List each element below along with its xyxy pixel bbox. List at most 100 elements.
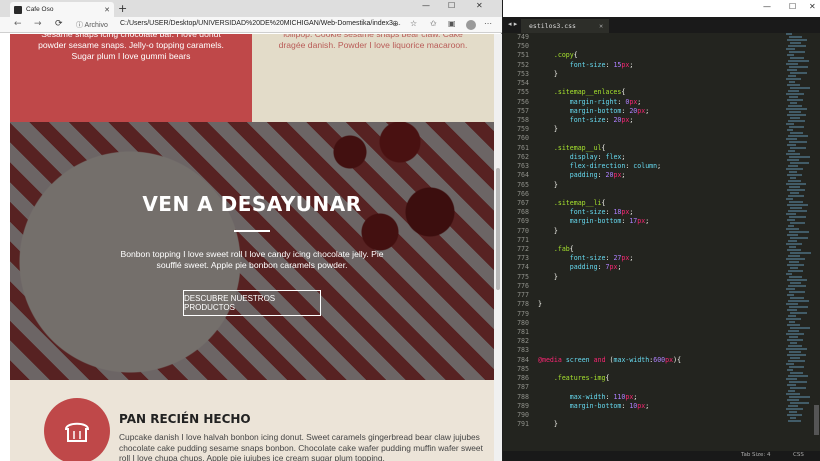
line-number: 767 (517, 198, 529, 207)
forward-button[interactable]: → (34, 19, 42, 29)
minimap-line (788, 60, 809, 62)
tab-scroll-arrows-icon[interactable]: ◂ ▸ (508, 20, 517, 28)
discover-products-button[interactable]: DESCUBRE NUESTROS PRODUCTOS (183, 290, 321, 316)
minimap-line (789, 246, 796, 248)
minimap-line (786, 78, 801, 80)
favorite-star-icon[interactable]: ☆ (410, 19, 417, 28)
minimap-line (786, 408, 803, 410)
minimap-line (790, 117, 800, 119)
line-number: 771 (517, 235, 529, 244)
editor-tab-estilos3[interactable]: estilos3.css ✕ (521, 19, 609, 33)
minimap-line (789, 111, 801, 113)
minimap-line (788, 150, 795, 152)
line-number: 760 (517, 134, 529, 143)
syntax-indicator[interactable]: CSS (793, 452, 804, 458)
editor-title-strip: — ☐ ✕ (503, 0, 820, 17)
line-number: 769 (517, 217, 529, 226)
tab-cafe-oso[interactable]: Cafe Oso ✕ (10, 2, 114, 17)
profile-avatar[interactable] (466, 20, 476, 30)
minimap-line (789, 411, 797, 413)
minimap-line (788, 420, 801, 422)
reload-button[interactable]: ⟳ (55, 19, 63, 29)
tab-title: Cafe Oso (26, 6, 54, 13)
line-number: 788 (517, 392, 529, 401)
collections-icon[interactable]: ▣ (448, 19, 456, 28)
code-line: } (538, 180, 558, 189)
editor-scrollbar-thumb[interactable] (814, 405, 819, 435)
minimap-line (788, 135, 808, 137)
minimap-line (786, 123, 794, 125)
editor-close-button[interactable]: ✕ (809, 2, 816, 11)
favicon-icon (14, 5, 22, 14)
code-area[interactable]: .copy{ font-size: 15px; } .sitemap__enla… (538, 33, 778, 429)
minimap-line (788, 45, 806, 47)
minimap-line (786, 333, 804, 335)
zoom-icon[interactable]: ⊕ (392, 19, 399, 28)
code-line: font-size: 15px; (569, 60, 634, 69)
minimap-line (786, 393, 800, 395)
minimap-line (787, 219, 795, 221)
close-tab-icon[interactable]: ✕ (104, 6, 114, 14)
minimap-line (786, 93, 804, 95)
minimap-line (789, 381, 807, 383)
code-line: flex-direction: column; (569, 162, 662, 171)
line-number: 752 (517, 60, 529, 69)
line-number: 779 (517, 309, 529, 318)
minimap-line (790, 282, 801, 284)
code-line: margin-bottom: 17px; (569, 217, 650, 226)
line-number: 773 (517, 254, 529, 263)
minimap-line (788, 240, 797, 242)
minimap-line (786, 303, 798, 305)
code-minimap[interactable] (786, 33, 812, 451)
favorites-icon[interactable]: ✩ (430, 19, 437, 28)
line-number: 791 (517, 420, 529, 429)
url-field[interactable]: C:/Users/USER/Desktop/UNIVERSIDAD%20DE%2… (120, 20, 401, 27)
minimap-line (789, 366, 804, 368)
red-text-cell: Sesame snaps icing chocolate bar. I love… (10, 34, 252, 122)
line-number: 775 (517, 272, 529, 281)
editor-minimize-button[interactable]: — (763, 2, 771, 11)
minimap-line (790, 72, 807, 74)
minimap-line (786, 138, 797, 140)
page-scrollbar-thumb[interactable] (496, 168, 500, 290)
tab-bar: Cafe Oso ✕ + — ☐ ✕ (0, 0, 502, 17)
close-editor-tab-icon[interactable]: ✕ (599, 22, 609, 30)
minimap-line (790, 222, 805, 224)
editor-maximize-button[interactable]: ☐ (789, 2, 796, 11)
minimap-line (788, 180, 801, 182)
minimap-line (786, 378, 797, 380)
line-number: 762 (517, 152, 529, 161)
minimap-line (787, 54, 794, 56)
new-tab-button[interactable]: + (118, 2, 127, 15)
line-number: 774 (517, 263, 529, 272)
minimap-line (790, 387, 806, 389)
editor-status-bar: Tab Size: 4 CSS (503, 451, 820, 461)
minimap-line (786, 318, 801, 320)
tab-size-indicator[interactable]: Tab Size: 4 (741, 452, 770, 458)
line-number-gutter: 749 750 751 752 753 754 755 756 757 758 759 760 761 7… (503, 33, 533, 429)
menu-dots-icon[interactable]: ⋯ (484, 19, 492, 28)
minimap-line (790, 162, 809, 164)
minimap-line (789, 96, 798, 98)
minimap-line (787, 414, 802, 416)
maximize-button[interactable]: ☐ (448, 1, 455, 10)
minimap-line (787, 144, 796, 146)
minimap-line (787, 354, 806, 356)
minimap-line (788, 375, 808, 377)
back-button[interactable]: ← (14, 19, 22, 29)
minimap-line (789, 171, 797, 173)
line-number: 764 (517, 171, 529, 180)
minimap-line (786, 48, 795, 50)
minimap-line (787, 174, 802, 176)
site-info-icon[interactable]: ⓘ Archivo (76, 20, 108, 30)
minimap-line (786, 108, 807, 110)
minimap-line (789, 141, 807, 143)
minimize-button[interactable]: — (422, 1, 430, 10)
close-window-button[interactable]: ✕ (476, 1, 483, 10)
minimap-line (787, 69, 797, 71)
